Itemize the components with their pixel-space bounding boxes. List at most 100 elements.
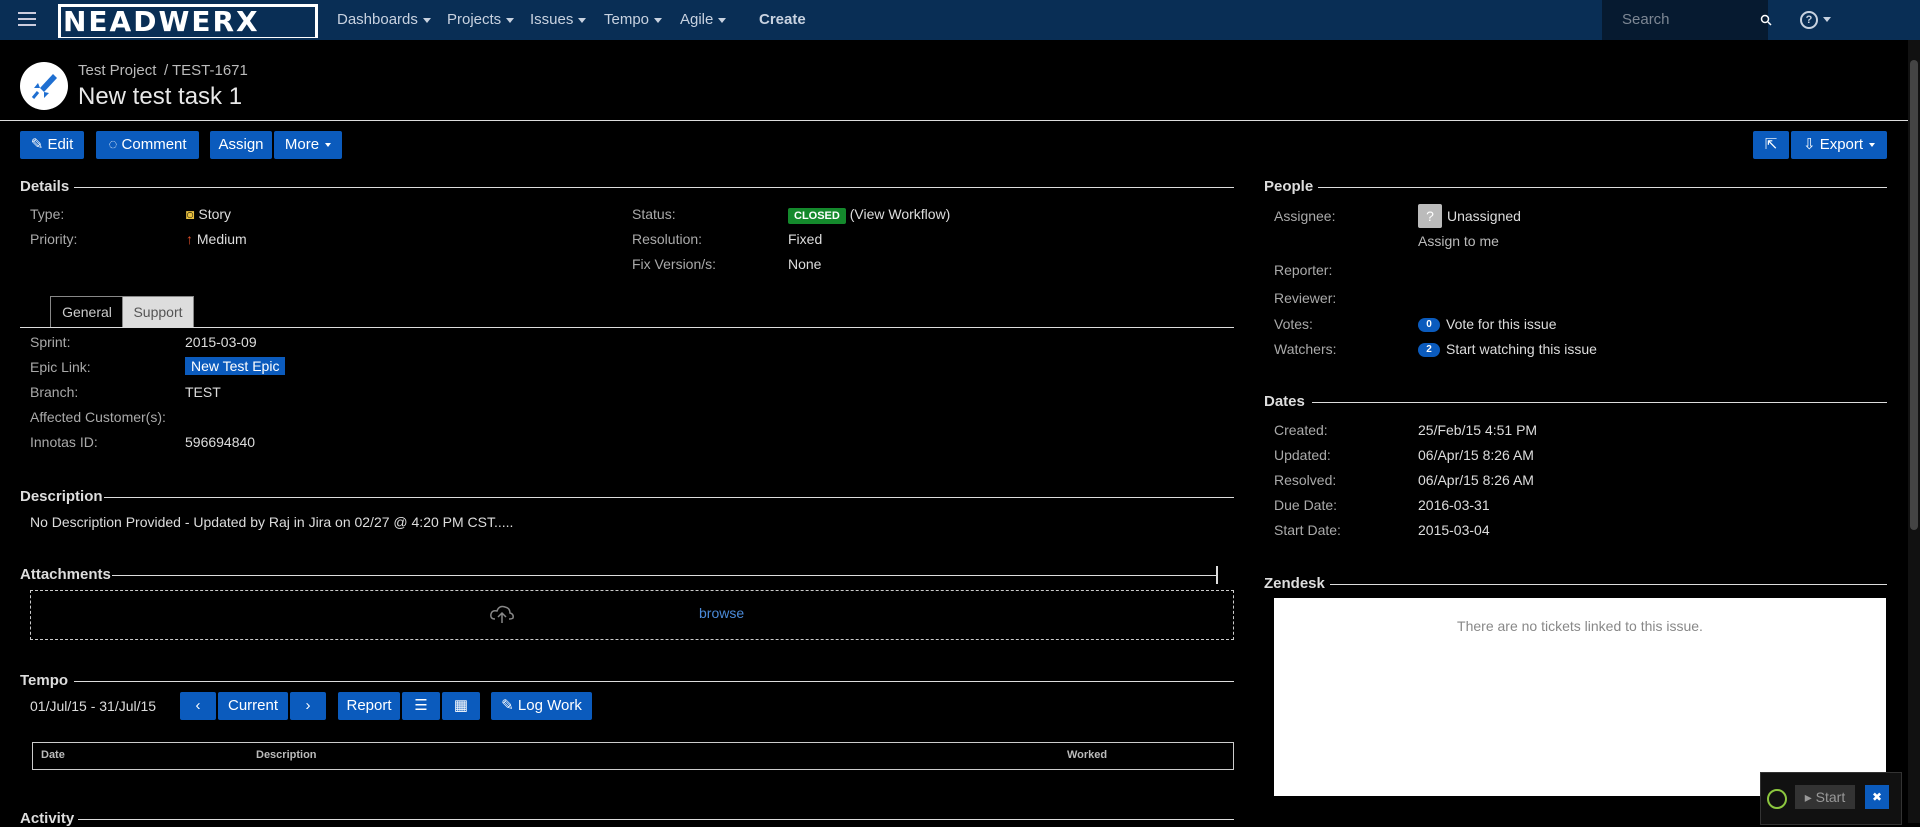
create-button[interactable]: Create (759, 11, 806, 28)
scrollbar-track[interactable] (1908, 40, 1920, 823)
details-header[interactable]: Details (20, 178, 69, 195)
timer-start-button[interactable]: ▸ Start (1795, 785, 1855, 809)
zendesk-empty-message: There are no tickets linked to this issu… (1457, 618, 1703, 634)
tab-divider (20, 327, 1234, 328)
fix-version-value: None (788, 256, 822, 272)
attachments-header[interactable]: Attachments (20, 566, 111, 583)
watchers-count-badge: 2 (1418, 343, 1440, 358)
column-date[interactable]: Date (41, 749, 65, 761)
people-divider (1318, 187, 1887, 188)
next-period-button[interactable]: › (290, 692, 326, 720)
tempo-header[interactable]: Tempo (20, 672, 68, 689)
share-button[interactable]: ⇱ (1753, 131, 1789, 159)
menu-icon[interactable] (18, 12, 36, 26)
comment-icon: ◌ (108, 136, 122, 153)
report-button[interactable]: Report (338, 692, 400, 720)
worklog-table: Date Description Worked (32, 742, 1234, 770)
timer-close-button[interactable]: ✖ (1865, 785, 1889, 809)
resolved-value: 06/Apr/15 8:26 AM (1418, 472, 1534, 488)
votes-label: Votes: (1274, 316, 1313, 332)
due-date-label: Due Date: (1274, 497, 1338, 513)
tab-general[interactable]: General (50, 296, 124, 327)
dates-header[interactable]: Dates (1264, 393, 1305, 410)
sprint-value: 2015-03-09 (185, 334, 257, 350)
check-circle-icon (1767, 789, 1787, 809)
updated-label: Updated: (1274, 447, 1331, 463)
log-work-button[interactable]: ✎ Log Work (491, 692, 592, 720)
created-value: 25/Feb/15 4:51 PM (1418, 422, 1538, 438)
issue-title[interactable]: New test task 1 (78, 83, 242, 111)
nav-tempo[interactable]: Tempo (604, 11, 663, 28)
assign-to-me-link[interactable]: Assign to me (1418, 233, 1499, 249)
tab-support[interactable]: Support (122, 296, 194, 328)
comment-button[interactable]: ◌ Comment (96, 131, 199, 159)
help-icon: ? (1800, 11, 1818, 29)
view-workflow-link[interactable]: (View Workflow) (850, 206, 951, 222)
breadcrumb-issue-key[interactable]: TEST-1671 (172, 62, 248, 79)
app-logo[interactable]: NEADWERX (58, 4, 318, 38)
activity-divider (78, 819, 1234, 820)
chevron-down-icon (422, 17, 431, 23)
chevron-down-icon (718, 17, 727, 23)
status-badge: CLOSED (788, 208, 846, 224)
branch-label: Branch: (30, 384, 79, 400)
browse-link[interactable]: browse (699, 605, 744, 621)
nav-projects[interactable]: Projects (447, 11, 515, 28)
zendesk-header[interactable]: Zendesk (1264, 575, 1325, 592)
start-date-value: 2015-03-04 (1418, 522, 1490, 538)
assign-button[interactable]: Assign (210, 131, 272, 159)
epic-link[interactable]: New Test Epic (185, 357, 286, 375)
chevron-down-icon (1869, 143, 1876, 148)
description-header[interactable]: Description (20, 488, 103, 505)
help-menu[interactable]: ? (1800, 10, 1831, 29)
search-input[interactable]: Search (1602, 0, 1772, 40)
previous-period-button[interactable]: ‹ (180, 692, 216, 720)
column-worked[interactable]: Worked (1067, 749, 1107, 761)
vote-link[interactable]: Vote for this issue (1446, 316, 1557, 332)
share-icon: ⇱ (1764, 136, 1778, 153)
epic-link-value: New Test Epic (185, 357, 286, 375)
more-button[interactable]: More (274, 131, 342, 159)
chevron-down-icon (506, 17, 515, 23)
innotas-id-value: 596694840 (185, 434, 256, 450)
arrow-up-icon: ↑ (186, 231, 197, 247)
nav-issues[interactable]: Issues (530, 11, 587, 28)
type-value: ◙ Story (186, 206, 232, 222)
nav-agile[interactable]: Agile (680, 11, 727, 28)
zendesk-divider (1330, 584, 1887, 585)
breadcrumb-separator: / (164, 62, 169, 79)
attachments-options-button[interactable] (1216, 566, 1218, 584)
resolution-value: Fixed (788, 231, 823, 247)
current-period-button[interactable]: Current (218, 692, 288, 720)
priority-value: ↑ Medium (186, 231, 247, 247)
start-date-label: Start Date: (1274, 522, 1341, 538)
pencil-icon: ✎ (501, 697, 518, 714)
export-button[interactable]: ⇩ Export (1791, 131, 1887, 159)
grid-icon: ▦ (453, 697, 469, 714)
people-header[interactable]: People (1264, 178, 1313, 195)
assignee-value: Unassigned (1447, 208, 1521, 224)
resolution-label: Resolution: (632, 231, 703, 247)
affected-customers-label: Affected Customer(s): (30, 409, 166, 425)
unknown-user-icon: ? (1426, 208, 1434, 224)
column-description[interactable]: Description (256, 749, 317, 761)
nav-dashboards[interactable]: Dashboards (337, 11, 431, 28)
breadcrumb-project[interactable]: Test Project (78, 62, 156, 79)
watch-link[interactable]: Start watching this issue (1446, 341, 1597, 357)
grid-view-button[interactable]: ▦ (442, 692, 480, 720)
description-divider (104, 497, 1234, 498)
activity-header[interactable]: Activity (20, 810, 74, 827)
project-avatar[interactable] (20, 62, 68, 110)
description-text[interactable]: No Description Provided - Updated by Raj… (30, 514, 513, 530)
status-value: CLOSED (View Workflow) (788, 206, 951, 224)
list-view-button[interactable]: ☰ (402, 692, 440, 720)
votes-value: 0 Vote for this issue (1418, 316, 1557, 333)
search-icon (1760, 14, 1772, 26)
chevron-down-icon (654, 17, 663, 23)
fix-version-label: Fix Version/s: (632, 256, 717, 272)
scrollbar-thumb[interactable] (1910, 60, 1918, 530)
play-icon: ▸ (1804, 789, 1816, 805)
tempo-timer-widget: ▸ Start ✖ (1760, 772, 1902, 825)
edit-button[interactable]: ✎ Edit (20, 131, 84, 159)
attachment-dropzone[interactable]: browse (30, 590, 1234, 640)
